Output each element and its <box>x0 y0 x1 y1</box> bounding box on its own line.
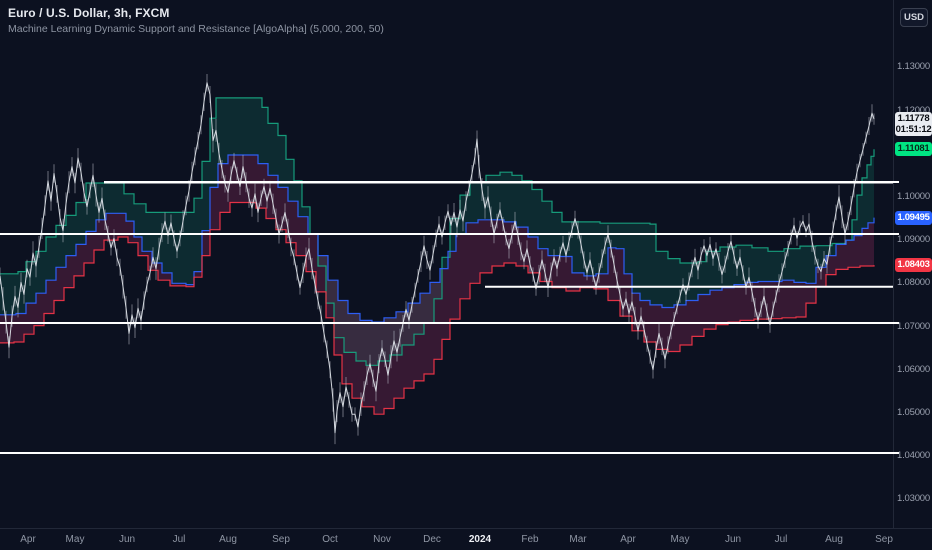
lower-band-price-badge: 1.08403 <box>895 257 932 272</box>
upper-band-price-badge: 1.11081 <box>895 142 932 157</box>
price-chart-svg[interactable] <box>0 0 893 528</box>
chart-header: Euro / U.S. Dollar, 3h, FXCM Machine Lea… <box>8 6 384 35</box>
price-axis-label: 1.06000 <box>897 363 930 375</box>
chart-root: Euro / U.S. Dollar, 3h, FXCM Machine Lea… <box>0 0 932 550</box>
time-axis-month-label: Jun <box>724 534 742 545</box>
time-axis-month-label: Mar <box>569 534 587 545</box>
time-axis-month-label: Nov <box>373 534 391 545</box>
time-axis-month-label: Jun <box>118 534 136 545</box>
indicator-title[interactable]: Machine Learning Dynamic Support and Res… <box>8 23 384 35</box>
last-price-badge: 1.11778 01:51:12 <box>895 112 932 137</box>
mid-band-price-badge: 1.09495 <box>895 210 932 225</box>
time-axis[interactable]: Apr May Jun Jul Aug Sep Oct Nov Dec 2024 Feb Mar Apr… <box>0 528 932 550</box>
price-axis-label: 1.07000 <box>897 320 930 332</box>
last-price-value: 1.11778 <box>897 113 930 125</box>
bar-countdown: 01:51:12 <box>895 124 932 136</box>
ray-axis-tick <box>887 322 899 324</box>
price-axis-label: 1.08000 <box>897 277 930 289</box>
ray-axis-tick <box>887 452 899 455</box>
price-axis[interactable]: 1.13000 1.12000 1.10000 1.09000 1.08000 1.070… <box>887 0 932 528</box>
time-axis-month-label: Apr <box>620 534 636 545</box>
price-axis-label: 1.03000 <box>897 493 930 505</box>
price-axis-label: 1.09000 <box>897 234 930 246</box>
time-axis-month-label: Oct <box>322 534 338 545</box>
ray-axis-tick <box>887 233 899 236</box>
price-axis-label: 1.10000 <box>897 191 930 202</box>
price-axis-label: 1.13000 <box>897 61 930 73</box>
price-axis-label: 1.05000 <box>897 407 930 418</box>
time-axis-month-label: Feb <box>521 534 539 545</box>
time-axis-month-label: Apr <box>20 534 36 545</box>
currency-toggle-button[interactable]: USD <box>900 8 928 27</box>
time-axis-month-label: Jul <box>774 534 788 545</box>
time-axis-year-label: 2024 <box>468 534 492 545</box>
time-axis-month-label: Sep <box>272 534 290 545</box>
ray-axis-tick <box>887 181 899 184</box>
price-axis-label: 1.04000 <box>897 450 930 462</box>
chart-pane[interactable] <box>0 0 893 528</box>
time-axis-month-label: Sep <box>875 534 893 545</box>
time-axis-month-label: Aug <box>219 534 237 545</box>
time-axis-month-label: Aug <box>825 534 843 545</box>
symbol-title[interactable]: Euro / U.S. Dollar, 3h, FXCM <box>8 6 384 20</box>
time-axis-month-label: May <box>670 534 690 545</box>
time-axis-month-label: May <box>65 534 85 545</box>
time-axis-month-label: Dec <box>423 534 441 545</box>
time-axis-month-label: Jul <box>172 534 186 545</box>
